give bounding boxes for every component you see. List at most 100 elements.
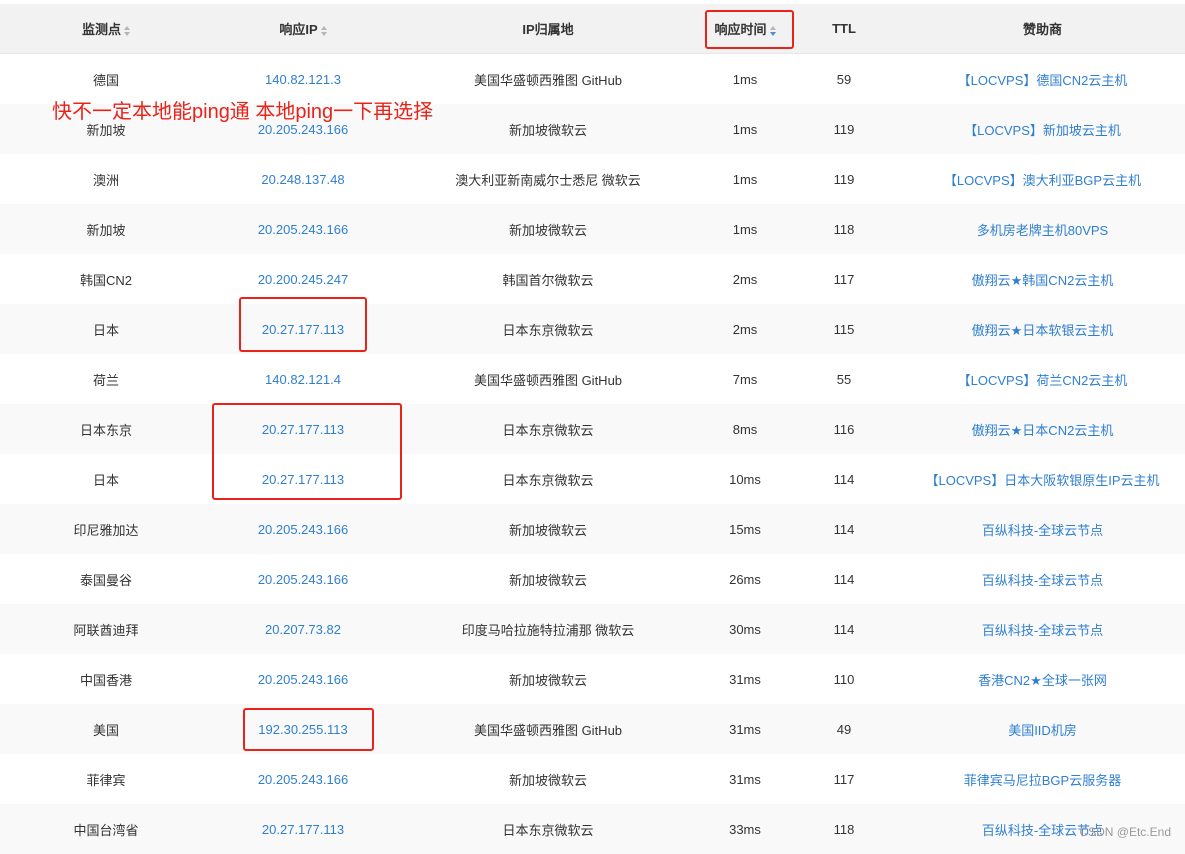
table-row: 日本 20.27.177.113 日本东京微软云 2ms 115 傲翔云★日本软…: [0, 304, 1185, 354]
cell-ttl: 117: [788, 754, 900, 804]
cell-location: 新加坡微软云: [394, 504, 702, 554]
cell-monitor: 荷兰: [0, 354, 212, 404]
cell-ttl: 114: [788, 454, 900, 504]
sponsor-link[interactable]: 菲律宾马尼拉BGP云服务器: [964, 773, 1121, 788]
cell-time: 8ms: [702, 404, 788, 454]
cell-time: 10ms: [702, 454, 788, 504]
ip-link[interactable]: 20.27.177.113: [262, 472, 344, 487]
cell-sponsor: 百纵科技-全球云节点: [900, 554, 1185, 604]
table-body: 德国 140.82.121.3 美国华盛顿西雅图 GitHub 1ms 59 【…: [0, 54, 1185, 854]
cell-sponsor: 香港CN2★全球一张网: [900, 654, 1185, 704]
ip-link[interactable]: 20.27.177.113: [262, 422, 344, 437]
cell-monitor: 菲律宾: [0, 754, 212, 804]
sort-icon[interactable]: [124, 26, 130, 36]
table-header: 监测点 响应IP IP归属地 响应时间 TTL 赞助商: [0, 4, 1185, 54]
ip-link[interactable]: 192.30.255.113: [258, 722, 347, 737]
cell-ttl: 115: [788, 304, 900, 354]
cell-location: 新加坡微软云: [394, 104, 702, 154]
sponsor-link[interactable]: 【LOCVPS】日本大阪软银原生IP云主机: [925, 473, 1159, 488]
cell-time: 1ms: [702, 154, 788, 204]
table-row: 新加坡 20.205.243.166 新加坡微软云 1ms 118 多机房老牌主…: [0, 204, 1185, 254]
cell-sponsor: 【LOCVPS】荷兰CN2云主机: [900, 354, 1185, 404]
cell-monitor: 印尼雅加达: [0, 504, 212, 554]
cell-location: 韩国首尔微软云: [394, 254, 702, 304]
ip-link[interactable]: 20.27.177.113: [262, 822, 344, 837]
cell-sponsor: 百纵科技-全球云节点: [900, 604, 1185, 654]
sponsor-link[interactable]: 【LOCVPS】新加坡云主机: [964, 123, 1121, 138]
ip-link[interactable]: 20.205.243.166: [258, 772, 348, 787]
cell-ip: 192.30.255.113: [212, 704, 394, 754]
cell-location: 印度马哈拉施特拉浦那 微软云: [394, 604, 702, 654]
cell-monitor: 中国香港: [0, 654, 212, 704]
cell-location: 新加坡微软云: [394, 754, 702, 804]
cell-ttl: 116: [788, 404, 900, 454]
cell-ttl: 119: [788, 104, 900, 154]
cell-ip: 20.200.245.247: [212, 254, 394, 304]
cell-ip: 20.205.243.166: [212, 504, 394, 554]
sponsor-link[interactable]: 百纵科技-全球云节点: [982, 523, 1103, 538]
cell-location: 日本东京微软云: [394, 454, 702, 504]
sponsor-link[interactable]: 傲翔云★韩国CN2云主机: [972, 273, 1114, 288]
cell-monitor: 阿联酋迪拜: [0, 604, 212, 654]
cell-ttl: 59: [788, 54, 900, 105]
cell-monitor: 日本: [0, 454, 212, 504]
cell-sponsor: 傲翔云★日本CN2云主机: [900, 404, 1185, 454]
cell-monitor: 美国: [0, 704, 212, 754]
table-row: 菲律宾 20.205.243.166 新加坡微软云 31ms 117 菲律宾马尼…: [0, 754, 1185, 804]
sponsor-link[interactable]: 多机房老牌主机80VPS: [977, 223, 1108, 238]
sponsor-link[interactable]: 【LOCVPS】荷兰CN2云主机: [958, 373, 1128, 388]
sponsor-link[interactable]: 百纵科技-全球云节点: [982, 623, 1103, 638]
cell-location: 美国华盛顿西雅图 GitHub: [394, 354, 702, 404]
ip-link[interactable]: 20.205.243.166: [258, 572, 348, 587]
sponsor-link[interactable]: 香港CN2★全球一张网: [978, 673, 1107, 688]
cell-sponsor: 菲律宾马尼拉BGP云服务器: [900, 754, 1185, 804]
cell-ttl: 114: [788, 604, 900, 654]
cell-ttl: 119: [788, 154, 900, 204]
cell-ip: 20.27.177.113: [212, 454, 394, 504]
cell-monitor: 日本: [0, 304, 212, 354]
ip-link[interactable]: 20.207.73.82: [265, 622, 341, 637]
ip-link[interactable]: 20.205.243.166: [258, 222, 348, 237]
sort-icon[interactable]: [321, 26, 327, 36]
sort-icon[interactable]: [770, 26, 776, 36]
cell-time: 26ms: [702, 554, 788, 604]
sponsor-link[interactable]: 傲翔云★日本软银云主机: [972, 323, 1114, 338]
table-row: 韩国CN2 20.200.245.247 韩国首尔微软云 2ms 117 傲翔云…: [0, 254, 1185, 304]
sponsor-link[interactable]: 【LOCVPS】澳大利亚BGP云主机: [944, 173, 1141, 188]
cell-location: 新加坡微软云: [394, 654, 702, 704]
sponsor-link[interactable]: 【LOCVPS】德国CN2云主机: [958, 73, 1128, 88]
cell-ip: 20.205.243.166: [212, 554, 394, 604]
ip-link[interactable]: 140.82.121.3: [265, 72, 341, 87]
cell-ttl: 117: [788, 254, 900, 304]
ip-link[interactable]: 20.248.137.48: [261, 172, 344, 187]
cell-time: 15ms: [702, 504, 788, 554]
cell-monitor: 新加坡: [0, 204, 212, 254]
cell-monitor: 韩国CN2: [0, 254, 212, 304]
column-header-time[interactable]: 响应时间: [702, 4, 788, 54]
cell-ip: 20.248.137.48: [212, 154, 394, 204]
cell-location: 新加坡微软云: [394, 554, 702, 604]
column-header-location: IP归属地: [394, 4, 702, 54]
table-row: 印尼雅加达 20.205.243.166 新加坡微软云 15ms 114 百纵科…: [0, 504, 1185, 554]
table-row: 美国 192.30.255.113 美国华盛顿西雅图 GitHub 31ms 4…: [0, 704, 1185, 754]
cell-time: 30ms: [702, 604, 788, 654]
cell-location: 美国华盛顿西雅图 GitHub: [394, 54, 702, 105]
cell-time: 1ms: [702, 204, 788, 254]
cell-sponsor: 【LOCVPS】日本大阪软银原生IP云主机: [900, 454, 1185, 504]
ip-link[interactable]: 20.205.243.166: [258, 672, 348, 687]
sponsor-link[interactable]: 百纵科技-全球云节点: [982, 573, 1103, 588]
cell-sponsor: 【LOCVPS】澳大利亚BGP云主机: [900, 154, 1185, 204]
ip-link[interactable]: 20.205.243.166: [258, 522, 348, 537]
annotation-text: 快不一定本地能ping通 本地ping一下再选择: [52, 95, 433, 124]
ip-link[interactable]: 140.82.121.4: [265, 372, 341, 387]
table-row: 中国香港 20.205.243.166 新加坡微软云 31ms 110 香港CN…: [0, 654, 1185, 704]
sponsor-link[interactable]: 美国IID机房: [1008, 723, 1077, 738]
column-header-monitor[interactable]: 监测点: [0, 4, 212, 54]
ip-link[interactable]: 20.200.245.247: [258, 272, 348, 287]
sponsor-link[interactable]: 傲翔云★日本CN2云主机: [972, 423, 1114, 438]
column-header-ip[interactable]: 响应IP: [212, 4, 394, 54]
ip-link[interactable]: 20.27.177.113: [262, 322, 344, 337]
cell-sponsor: 【LOCVPS】德国CN2云主机: [900, 54, 1185, 105]
cell-ip: 20.27.177.113: [212, 304, 394, 354]
cell-time: 2ms: [702, 254, 788, 304]
